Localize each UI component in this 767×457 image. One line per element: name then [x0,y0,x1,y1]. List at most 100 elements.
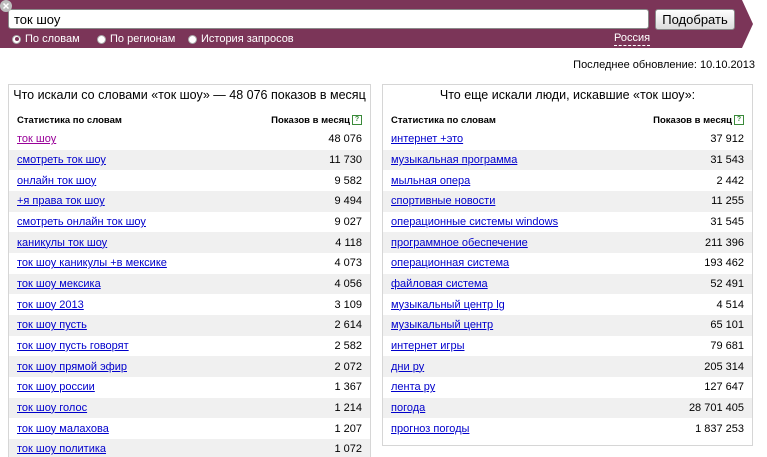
table-row: ток шоу малахова 1 207 [9,418,370,439]
impressions-count: 1 207 [334,422,362,435]
region-link[interactable]: Россия [614,32,651,46]
right-table-header: Статистика по словам Показов в месяц? [383,112,752,129]
phrase-link[interactable]: файловая система [391,278,488,290]
phrase-link[interactable]: ток шоу малахова [17,423,109,435]
phrase-link[interactable]: интернет игры [391,340,464,352]
phrase-link[interactable]: ток шоу политика [17,443,106,455]
phrase-link[interactable]: прогноз погоды [391,423,469,435]
impressions-count: 1 367 [334,381,362,394]
table-row: программное обеспечение 211 396 [383,232,752,253]
radio-icon[interactable] [97,34,106,44]
table-row: +я права ток шоу 9 494 [9,190,370,212]
table-row: смотреть ток шоу 11 730 [9,149,370,171]
impressions-count: 9 494 [334,195,362,208]
left-col-phrase: Статистика по словам [17,115,122,126]
impressions-count: 2 072 [334,360,362,373]
impressions-count: 9 582 [334,174,362,187]
phrase-link[interactable]: дни ру [391,361,424,373]
phrase-link[interactable]: операционные системы windows [391,216,558,228]
phrase-link[interactable]: ток шоу россии [17,381,95,393]
phrase-link[interactable]: лента ру [391,381,435,393]
phrase-link[interactable]: погода [391,402,425,414]
table-row: музыкальный центр lg 4 514 [383,294,752,315]
left-table-header: Статистика по словам Показов в месяц? [9,112,370,129]
left-results-panel: Что искали со словами «ток шоу» — 48 076… [8,84,371,457]
table-row: погода 28 701 405 [383,397,752,419]
impressions-count: 28 701 405 [688,401,744,414]
table-row: дни ру 205 314 [383,356,752,377]
left-col-count-wrap: Показов в месяц? [271,115,362,126]
phrase-link[interactable]: спортивные новости [391,195,495,207]
phrase-link[interactable]: музыкальный центр lg [391,299,505,311]
phrase-link[interactable]: программное обеспечение [391,237,528,249]
table-row: ток шоу мексика 4 056 [9,273,370,295]
phrase-link[interactable]: онлайн ток шоу [17,175,96,187]
mode-by-words-label: По словам [25,33,80,45]
clear-icon[interactable] [0,0,12,12]
mode-by-words[interactable]: По словам [12,33,80,45]
phrase-link[interactable]: интернет +это [391,133,463,145]
submit-button[interactable]: Подобрать [655,9,735,30]
table-row: ток шоу прямой эфир 2 072 [9,356,370,377]
phrase-link[interactable]: ток шоу каникулы +в мексике [17,257,167,269]
search-input[interactable] [8,9,649,29]
phrase-link[interactable]: каникулы ток шоу [17,237,107,249]
phrase-link[interactable]: музыкальный центр [391,319,493,331]
phrase-link[interactable]: ток шоу мексика [17,278,101,290]
right-results-panel: Что еще искали люди, искавшие «ток шоу»:… [382,84,753,446]
impressions-count: 205 314 [704,360,744,373]
mode-history[interactable]: История запросов [188,33,294,45]
last-updated: Последнее обновление: 10.10.2013 [573,59,755,71]
left-panel-title: Что искали со словами «ток шоу» — 48 076… [13,88,366,102]
left-col-count: Показов в месяц [271,115,350,126]
impressions-count: 211 396 [705,236,744,249]
phrase-link[interactable]: ток шоу прямой эфир [17,361,127,373]
impressions-count: 193 462 [704,257,744,270]
phrase-link[interactable]: операционная система [391,257,509,269]
right-col-count: Показов в месяц [653,115,732,126]
phrase-link[interactable]: ток шоу пусть [17,319,87,331]
mode-by-regions-label: По регионам [110,33,176,45]
phrase-link[interactable]: мыльная опера [391,175,470,187]
phrase-link[interactable]: музыкальная программа [391,154,517,166]
impressions-count: 1 072 [334,443,362,456]
mode-by-regions[interactable]: По регионам [97,33,175,45]
impressions-count: 2 442 [716,174,744,187]
impressions-count: 65 101 [710,319,744,332]
phrase-link[interactable]: смотреть ток шоу [17,154,106,166]
radio-selected-icon[interactable] [12,34,21,44]
table-row: онлайн ток шоу 9 582 [9,170,370,191]
table-row: ток шоу 2013 3 109 [9,294,370,315]
help-icon[interactable]: ? [734,115,744,126]
help-icon[interactable]: ? [352,115,362,126]
table-row: ток шоу 48 076 [9,129,370,150]
left-rows: ток шоу 48 076 смотреть ток шоу 11 730 онлай… [9,129,370,457]
phrase-link[interactable]: ток шоу [17,133,56,145]
impressions-count: 48 076 [328,133,362,146]
impressions-count: 4 514 [716,298,744,311]
phrase-link[interactable]: ток шоу голос [17,402,87,414]
table-row: ток шоу пусть говорят 2 582 [9,336,370,357]
impressions-count: 79 681 [710,339,744,352]
table-row: операционные системы windows 31 545 [383,212,752,233]
phrase-link[interactable]: ток шоу пусть говорят [17,340,129,352]
table-row: файловая система 52 491 [383,273,752,295]
impressions-count: 11 730 [329,153,362,166]
table-row: ток шоу каникулы +в мексике 4 073 [9,253,370,274]
right-panel-title: Что еще искали люди, искавшие «ток шоу»: [439,88,696,102]
impressions-count: 1 837 253 [695,422,744,435]
impressions-count: 127 647 [704,381,744,394]
radio-icon[interactable] [188,34,197,44]
mode-history-label: История запросов [201,33,294,45]
phrase-link[interactable]: +я права ток шоу [17,195,105,207]
table-row: лента ру 127 647 [383,377,752,398]
phrase-link[interactable]: смотреть онлайн ток шоу [17,216,146,228]
phrase-link[interactable]: ток шоу 2013 [17,299,84,311]
impressions-count: 1 214 [334,401,362,414]
table-row: смотреть онлайн ток шоу 9 027 [9,212,370,233]
impressions-count: 2 614 [334,319,362,332]
impressions-count: 52 491 [710,277,744,290]
table-row: ток шоу пусть 2 614 [9,314,370,336]
impressions-count: 2 582 [334,339,362,352]
table-row: прогноз погоды 1 837 253 [383,418,752,439]
